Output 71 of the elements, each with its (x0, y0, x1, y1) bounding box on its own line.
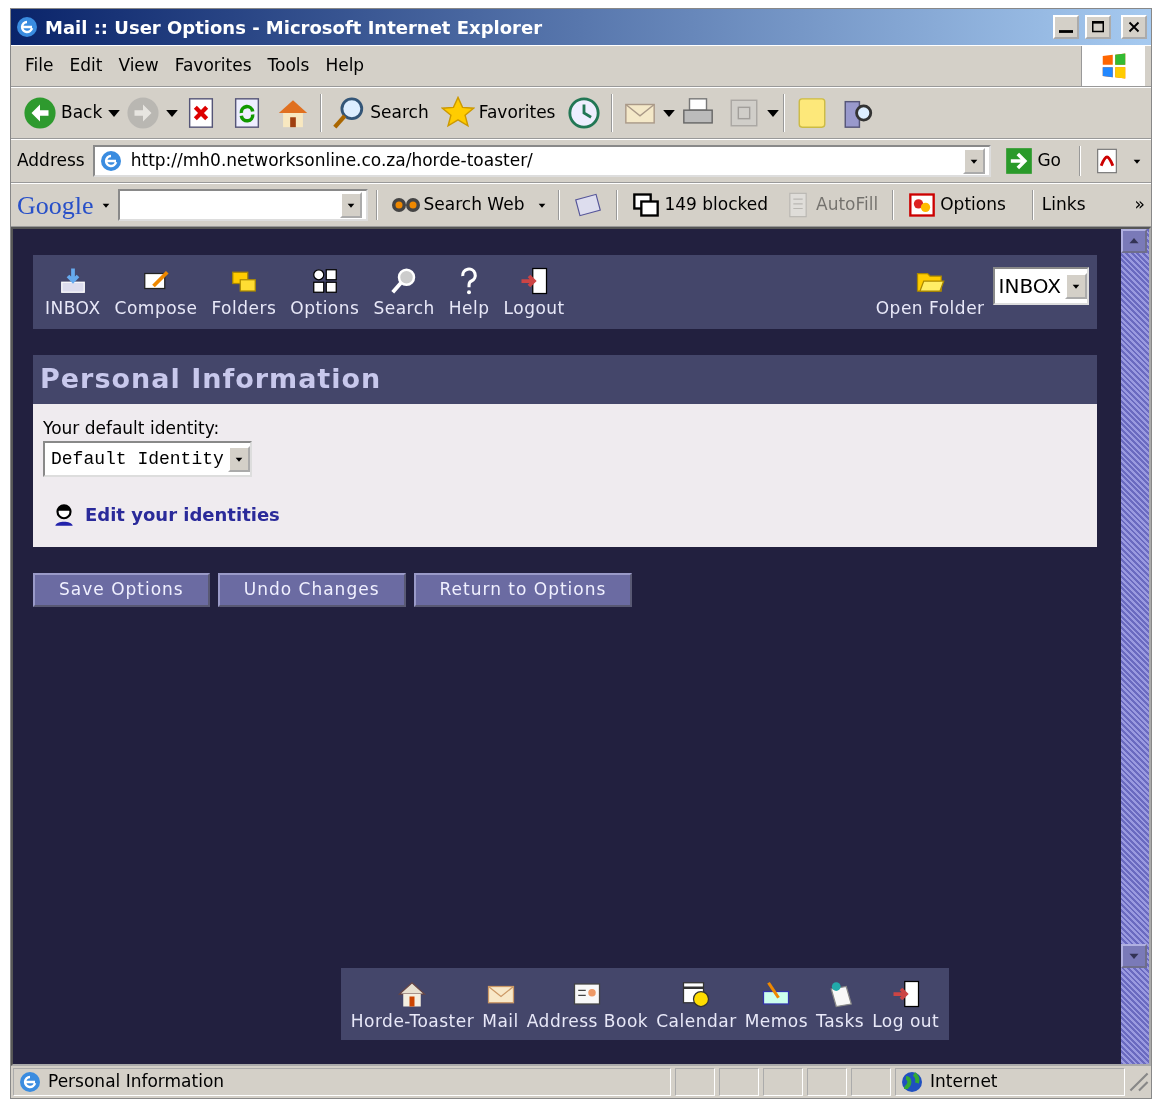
search-button[interactable]: Search (326, 94, 435, 132)
status-pane (675, 1068, 715, 1096)
favorites-button[interactable]: Favorites (434, 94, 562, 132)
page-icon (18, 1070, 42, 1094)
app-nav-item[interactable]: Horde-Toaster (346, 978, 479, 1034)
app-nav-item[interactable]: Log out (868, 978, 944, 1034)
options-icon (908, 191, 937, 219)
mail-nav-item[interactable]: Folders (205, 265, 283, 321)
form-button[interactable]: Undo Changes (217, 572, 406, 607)
close-button[interactable] (1121, 15, 1147, 39)
mail-nav-item[interactable]: Options (284, 265, 366, 321)
back-button[interactable]: Back (17, 94, 109, 132)
windows-icon (632, 191, 661, 219)
maximize-button[interactable] (1085, 15, 1111, 39)
clock-icon (567, 96, 602, 130)
binoculars-icon (391, 198, 420, 212)
app-nav-item[interactable]: Mail (478, 978, 523, 1034)
globe-icon (900, 1070, 924, 1094)
browser-icon (15, 15, 39, 39)
exit-door-icon (519, 265, 550, 296)
resize-grip-icon (1129, 1072, 1149, 1092)
menu-item[interactable]: Favorites (166, 51, 260, 81)
mail-nav-item[interactable]: INBOX (39, 265, 107, 321)
status-pane (807, 1068, 847, 1096)
menu-item[interactable]: Help (317, 51, 373, 81)
form-button[interactable]: Return to Options (413, 572, 633, 607)
menu-item[interactable]: View (110, 51, 167, 81)
app-nav-item[interactable]: Calendar (652, 978, 741, 1034)
scrollbar[interactable] (1121, 229, 1149, 1064)
address-label: Address (17, 149, 85, 173)
status-pane (851, 1068, 891, 1096)
links-label[interactable]: Links (1041, 192, 1086, 218)
status-text: Personal Information (48, 1070, 225, 1094)
zone-text: Internet (930, 1070, 998, 1094)
section-title: Personal Information (33, 355, 1097, 404)
status-pane (763, 1068, 803, 1096)
mail-nav-item[interactable]: Help (442, 265, 496, 321)
search-web-button[interactable]: Search Web (385, 190, 531, 220)
page-icon (98, 149, 123, 173)
app-nav-item[interactable]: Memos (740, 978, 813, 1034)
google-logo[interactable]: Google (17, 185, 94, 225)
options-button[interactable]: Options (902, 189, 1012, 221)
popup-blocker-button[interactable]: 149 blocked (626, 189, 775, 221)
field-label: Your default identity: (43, 416, 221, 440)
minimize-button[interactable] (1053, 15, 1079, 39)
scroll-up-button[interactable] (1121, 229, 1147, 253)
go-button[interactable]: Go (999, 145, 1067, 177)
app-nav-item[interactable]: Address Book (522, 978, 653, 1034)
mail-nav-item[interactable]: Compose (108, 265, 204, 321)
star-icon (440, 96, 475, 130)
form-button[interactable]: Save Options (33, 572, 210, 607)
app-nav-item[interactable]: Tasks (812, 978, 869, 1034)
menu-item[interactable]: Edit (61, 51, 111, 81)
identity-select[interactable]: Default Identity (43, 441, 252, 477)
more-chevron[interactable]: » (1134, 192, 1145, 218)
window-title: Mail :: User Options - Microsoft Internet Explorer (45, 15, 544, 40)
edit-identities-link[interactable]: Edit your identities (85, 501, 280, 528)
menu-item[interactable]: File (17, 51, 62, 81)
google-search-field[interactable] (117, 189, 368, 221)
scroll-down-button[interactable] (1121, 944, 1147, 968)
mail-nav-item[interactable]: Logout (497, 265, 571, 321)
address-field[interactable]: http://mh0.networksonline.co.za/horde-toaster/ (92, 145, 992, 177)
minimize-icon (1059, 30, 1073, 33)
open-folder-link[interactable]: Open Folder (869, 265, 991, 321)
mail-nav-item[interactable]: Search (367, 265, 441, 321)
dropdown-button[interactable] (963, 148, 986, 174)
menu-item[interactable]: Tools (259, 51, 318, 81)
status-pane (719, 1068, 759, 1096)
folder-select[interactable]: INBOX (992, 267, 1089, 305)
dropdown-button[interactable] (339, 192, 362, 218)
url-text: http://mh0.networksonline.co.za/horde-toaster/ (130, 149, 534, 173)
